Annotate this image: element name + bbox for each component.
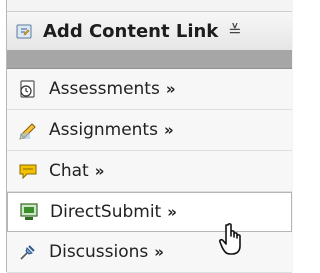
- list-item-label: Discussions: [49, 242, 149, 262]
- list-item-label: DirectSubmit: [50, 202, 162, 222]
- list-item-chat[interactable]: Chat »: [7, 151, 292, 192]
- chevron-right-icon: »: [165, 80, 176, 98]
- header-menu-icon[interactable]: ≚: [228, 23, 241, 39]
- panel-header: Add Content Link ≚: [7, 11, 292, 51]
- list-item-label: Assignments: [49, 120, 158, 140]
- separator-bar: [7, 50, 292, 69]
- chevron-right-icon: »: [94, 162, 105, 180]
- list-item-assessments[interactable]: Assessments »: [7, 69, 292, 110]
- chat-bubble-icon: [19, 164, 37, 180]
- list-item-label: Chat: [49, 161, 89, 181]
- assessment-clock-icon: [20, 80, 35, 98]
- panel-title: Add Content Link: [43, 20, 219, 42]
- hand-pointer-cursor-icon: [219, 223, 241, 255]
- discussion-pushpin-icon: [20, 245, 35, 260]
- list-item-assignments[interactable]: Assignments »: [7, 110, 292, 151]
- list-item-label: Assessments: [49, 79, 160, 99]
- add-link-icon: [16, 24, 32, 39]
- add-content-panel: Add Content Link ≚ Assessments » Assignm…: [0, 0, 293, 273]
- chevron-right-icon: »: [163, 121, 174, 139]
- direct-submit-monitor-icon: [20, 203, 38, 220]
- chevron-right-icon: »: [167, 203, 177, 221]
- chevron-right-icon: »: [154, 243, 164, 261]
- assignment-pencil-icon: [19, 123, 36, 140]
